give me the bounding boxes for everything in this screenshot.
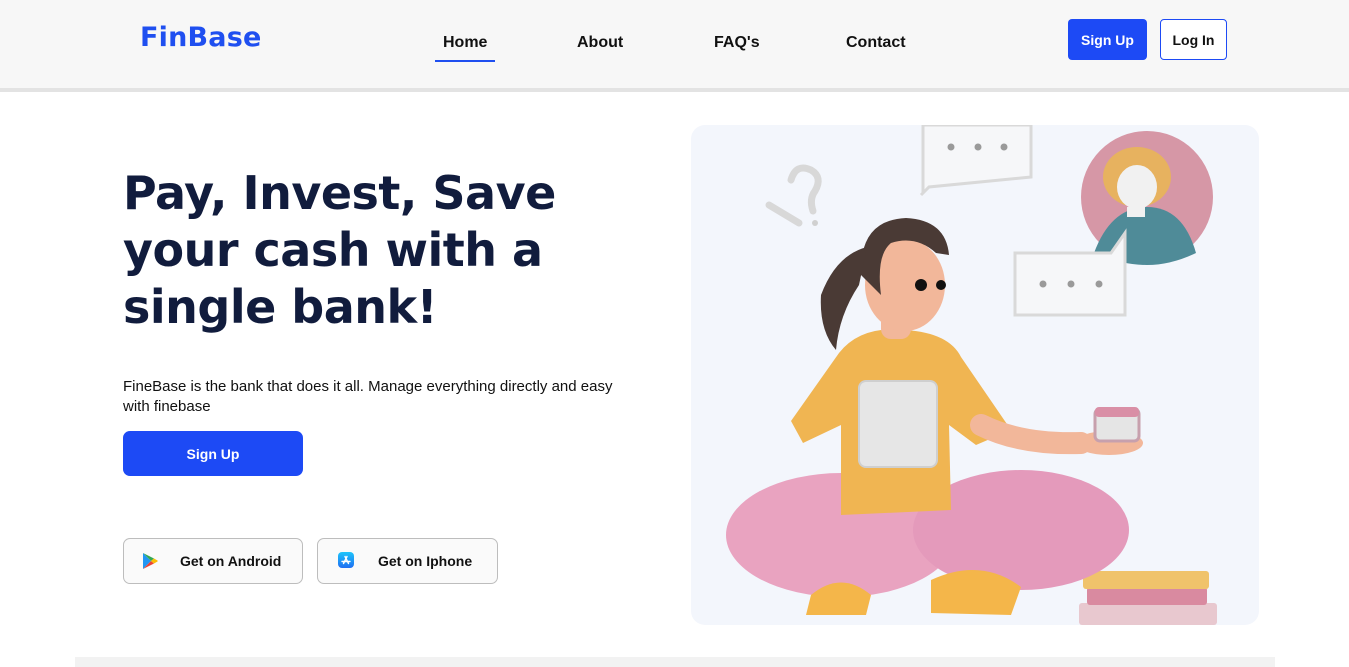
hero-subtitle: FineBase is the bank that does it all. M…	[123, 378, 613, 415]
site-header: FinBase Home About FAQ's Contact Sign Up…	[0, 0, 1349, 92]
nav-home[interactable]: Home	[434, 34, 496, 62]
hero-title-line-3: single bank!	[123, 280, 438, 334]
hero-signup-button[interactable]: Sign Up	[123, 431, 303, 476]
hero-illustration	[691, 125, 1259, 625]
header-login-button[interactable]: Log In	[1160, 19, 1227, 60]
hero-title: Pay, Invest, Save your cash with a singl…	[123, 165, 583, 336]
get-on-iphone-button[interactable]: Get on Iphone	[317, 538, 498, 584]
google-play-icon	[141, 552, 159, 570]
books-icon	[1079, 571, 1217, 625]
avatar-icon	[1081, 131, 1213, 265]
nav-faq[interactable]: FAQ's	[714, 34, 760, 52]
woman-with-tablet-illustration	[726, 125, 1217, 625]
question-mark-icon	[765, 164, 822, 227]
hero-title-line-1: Pay, Invest, Save	[123, 166, 556, 220]
bottom-section-edge	[75, 657, 1275, 667]
header-signup-button[interactable]: Sign Up	[1068, 19, 1147, 60]
tablet-icon	[858, 380, 938, 468]
app-store-icon	[338, 552, 356, 570]
get-on-android-button[interactable]: Get on Android	[123, 538, 303, 584]
android-label: Get on Android	[180, 553, 282, 569]
speech-bubble-icon	[919, 125, 1033, 197]
iphone-label: Get on Iphone	[378, 553, 473, 569]
hero-title-line-2: your cash with a	[123, 223, 543, 277]
nav-contact[interactable]: Contact	[846, 34, 906, 52]
nav-about[interactable]: About	[577, 34, 623, 52]
brand-logo[interactable]: FinBase	[140, 22, 262, 53]
